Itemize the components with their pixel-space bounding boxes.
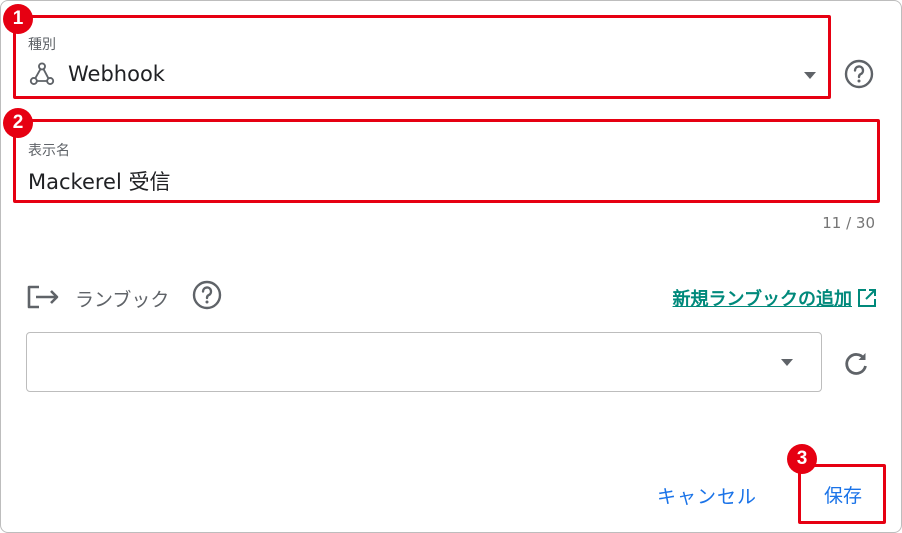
display-name-label: 表示名 (28, 143, 70, 159)
character-counter: 11 / 30 (822, 214, 875, 232)
help-icon[interactable] (191, 279, 223, 311)
runbook-select[interactable] (26, 332, 822, 392)
chevron-down-icon[interactable] (804, 72, 816, 79)
chevron-down-icon[interactable] (781, 359, 793, 366)
display-name-field[interactable]: 表示名 Mackerel 受信 (13, 119, 880, 203)
type-value: Webhook (28, 60, 165, 88)
cancel-button[interactable]: キャンセル (647, 477, 767, 517)
add-runbook-link[interactable]: 新規ランブックの追加 (673, 285, 852, 311)
step-badge-1: 1 (3, 4, 33, 34)
display-name-input[interactable]: Mackerel 受信 (28, 166, 170, 196)
dialog: 種別 Webhook 表示名 Mackerel 受信 11 / 30 ランブック… (0, 0, 902, 533)
step-badge-3: 3 (787, 444, 817, 474)
runbook-label: ランブック (75, 289, 170, 311)
save-highlight: 保存 (798, 464, 886, 524)
help-icon[interactable] (843, 58, 875, 90)
type-label: 種別 (28, 37, 56, 53)
refresh-icon[interactable] (841, 349, 871, 379)
type-value-text: Webhook (68, 62, 165, 86)
save-button[interactable]: 保存 (811, 476, 875, 516)
open-in-new-icon[interactable] (856, 287, 878, 309)
exit-to-app-icon (27, 285, 59, 309)
step-badge-2: 2 (3, 108, 33, 138)
webhook-icon (29, 62, 55, 85)
runbook-header: ランブック 新規ランブックの追加 (25, 279, 878, 315)
type-select[interactable]: 種別 Webhook (13, 15, 831, 99)
